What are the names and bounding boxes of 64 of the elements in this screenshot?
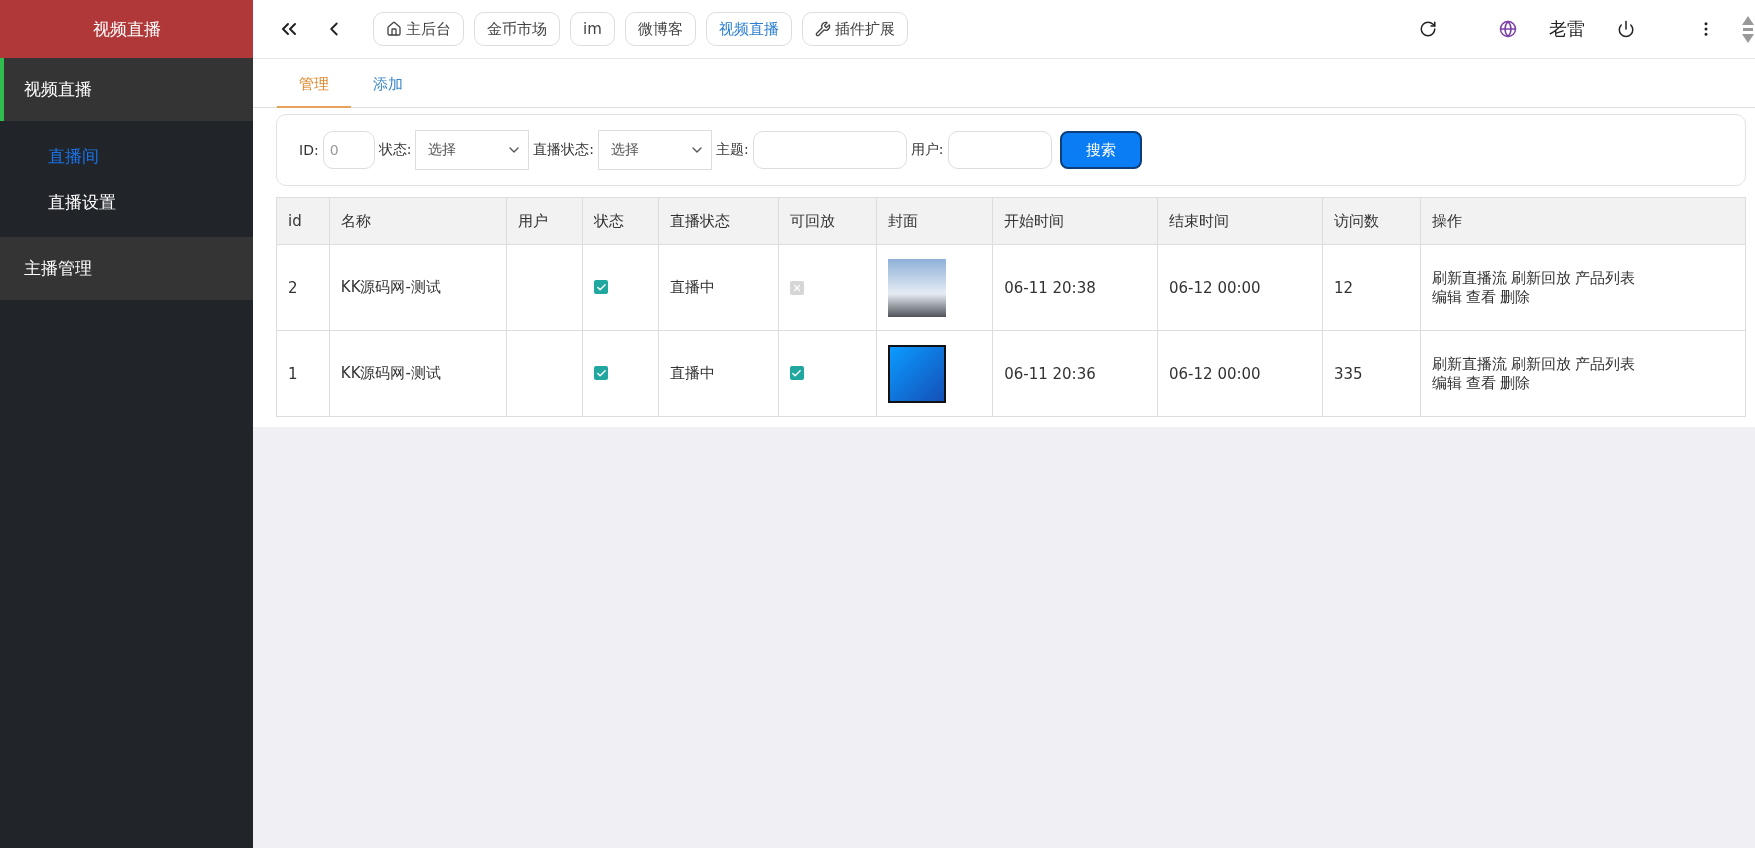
action-link[interactable]: 查看 — [1465, 373, 1496, 393]
sidebar-item[interactable]: 直播设置 — [0, 179, 253, 225]
select-field[interactable]: 选择 — [598, 130, 713, 170]
nav-tab[interactable]: 视频直播 — [705, 12, 792, 46]
page-tab[interactable]: 添加 — [351, 59, 425, 108]
sidebar-brand: 视频直播 — [0, 0, 253, 58]
input-field[interactable]: 0 — [322, 131, 375, 169]
action-link[interactable]: 刷新回放 — [1510, 354, 1571, 374]
nav-tab[interactable]: 插件扩展 — [801, 12, 908, 46]
column-header: 访问数 — [1322, 197, 1421, 245]
scroll-bar-icon — [1743, 27, 1753, 31]
nav-tab[interactable]: im — [570, 12, 615, 46]
column-header: id — [276, 197, 330, 245]
nav-tab[interactable]: 金币市场 — [474, 12, 560, 46]
table-cell: 直播中 — [658, 330, 779, 417]
nav-tab[interactable]: 微博客 — [624, 12, 696, 46]
filter-label: 主题: — [716, 141, 749, 159]
scroll-up-icon[interactable] — [1742, 15, 1754, 25]
table-cell: 2 — [276, 244, 330, 331]
wrench-icon — [814, 21, 831, 37]
action-link[interactable]: 编辑 — [1431, 287, 1462, 307]
action-link[interactable]: 删除 — [1499, 373, 1530, 393]
action-link[interactable]: 刷新回放 — [1510, 268, 1571, 288]
action-link[interactable]: 产品列表 — [1574, 268, 1635, 288]
column-header: 用户 — [506, 197, 583, 245]
table-cell: 335 — [1322, 330, 1421, 417]
sidebar-group[interactable]: 视频直播 — [0, 58, 253, 121]
column-header: 开始时间 — [992, 197, 1158, 245]
column-header: 封面 — [876, 197, 993, 245]
column-header: 操作 — [1420, 197, 1746, 245]
action-link[interactable]: 编辑 — [1431, 373, 1462, 393]
select-field[interactable]: 选择 — [415, 130, 530, 170]
table-cell: 12 — [1322, 244, 1421, 331]
table-cell: 06-12 00:00 — [1157, 244, 1323, 331]
action-link[interactable]: 刷新直播流 — [1431, 268, 1507, 288]
column-header: 名称 — [329, 197, 507, 245]
filter-label: 状态: — [378, 141, 412, 159]
home-icon — [386, 21, 402, 37]
search-button[interactable]: 搜索 — [1059, 131, 1142, 169]
filter-label: 用户: — [910, 141, 944, 159]
table-cell: KK源码网-测试 — [329, 244, 507, 331]
table-cell: 1 — [276, 330, 330, 417]
action-link[interactable]: 刷新直播流 — [1431, 354, 1507, 374]
filter-label: 直播状态: — [533, 141, 595, 159]
table-cell: 直播中 — [658, 244, 779, 331]
filter-label: ID: — [299, 142, 319, 158]
user-name[interactable]: 老雷 — [1549, 17, 1585, 41]
table-cell: 06-12 00:00 — [1157, 330, 1323, 417]
scroll-down-icon[interactable] — [1742, 33, 1754, 43]
column-header: 直播状态 — [658, 197, 779, 245]
nav-tab[interactable]: 主后台 — [373, 12, 464, 46]
column-header: 可回放 — [778, 197, 877, 245]
sidebar-item[interactable]: 直播间 — [0, 133, 253, 179]
table-cell: 06-11 20:36 — [992, 330, 1158, 417]
sidebar-group[interactable]: 主播管理 — [0, 237, 253, 300]
input-field[interactable] — [947, 131, 1052, 169]
table-cell: KK源码网-测试 — [329, 330, 507, 417]
table-cell: 06-11 20:38 — [992, 244, 1158, 331]
action-link[interactable]: 查看 — [1465, 287, 1496, 307]
action-link[interactable]: 删除 — [1499, 287, 1530, 307]
column-header: 状态 — [582, 197, 659, 245]
action-link[interactable]: 产品列表 — [1574, 354, 1635, 374]
input-field[interactable] — [752, 131, 907, 169]
column-header: 结束时间 — [1157, 197, 1323, 245]
